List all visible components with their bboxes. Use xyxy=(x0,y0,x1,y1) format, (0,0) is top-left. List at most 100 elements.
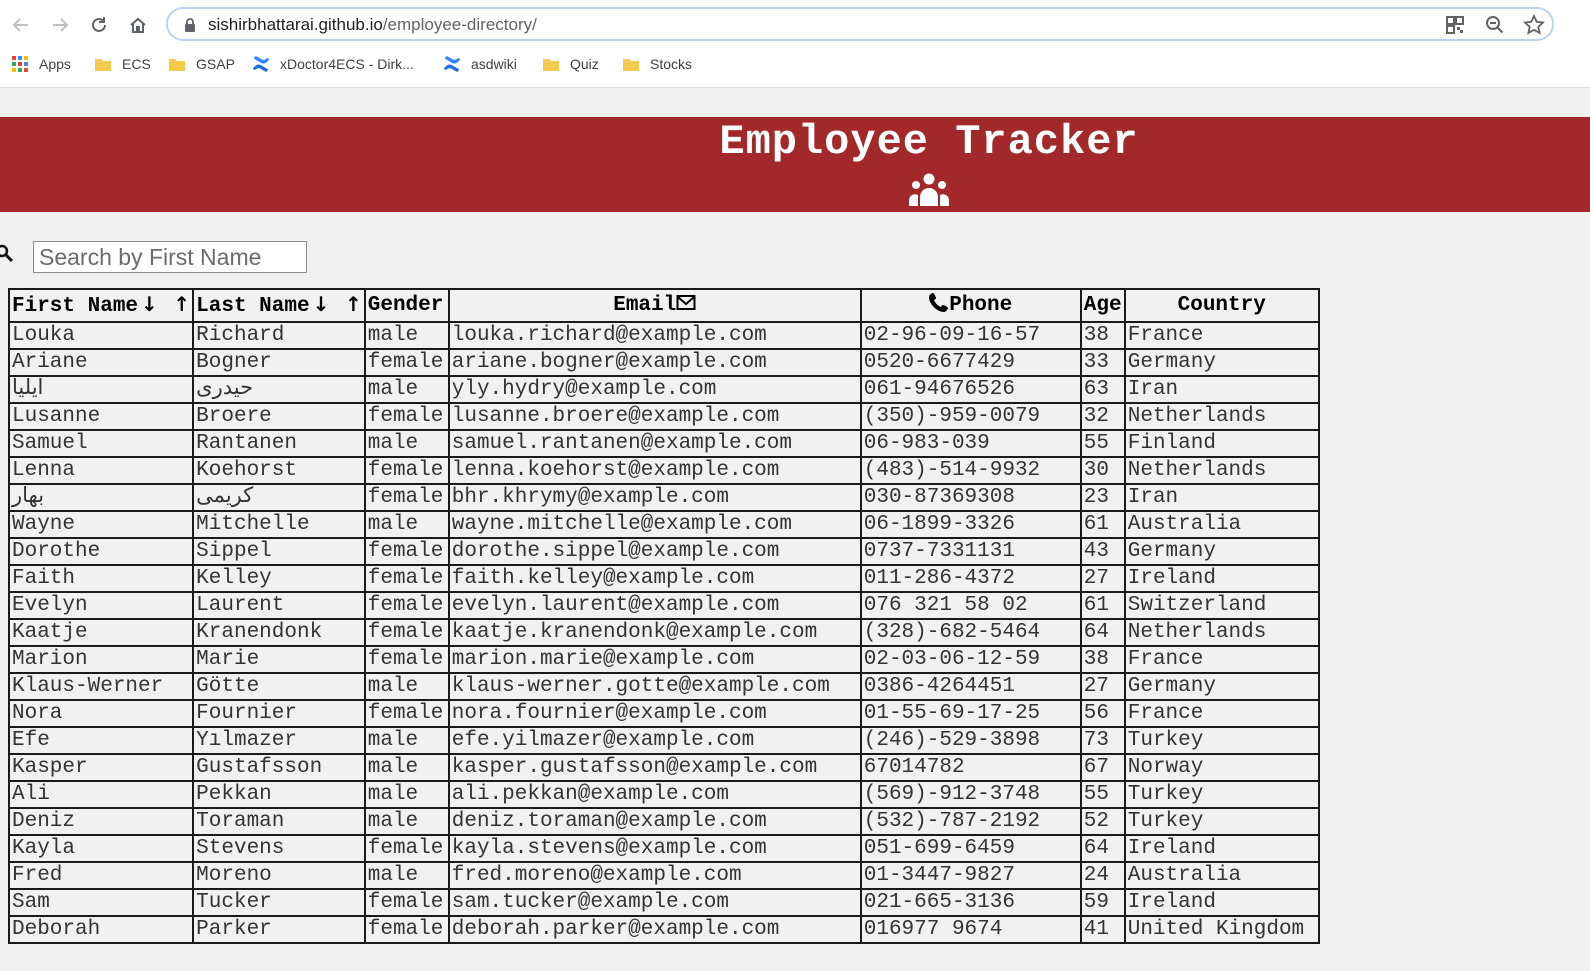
email-cell: kasper.gustafsson@example.com xyxy=(447,753,862,782)
age-cell: 38 xyxy=(1079,321,1126,350)
column-gender: Gender xyxy=(363,288,450,323)
country-cell: Iran xyxy=(1123,483,1320,512)
first-name-cell: Lenna xyxy=(7,456,195,485)
last-name-cell: Moreno xyxy=(192,861,366,890)
bookmark-stocks[interactable]: Stocks xyxy=(622,53,692,75)
phone-cell: 67014782 xyxy=(859,753,1082,782)
bookmark-label: xDoctor4ECS - Dirk... xyxy=(280,56,414,72)
first-name-cell: Efe xyxy=(7,726,195,755)
age-cell: 38 xyxy=(1079,645,1126,674)
bookmark-quiz[interactable]: Quiz xyxy=(542,53,599,75)
email-cell: lenna.koehorst@example.com xyxy=(447,456,862,485)
age-cell: 61 xyxy=(1079,510,1126,539)
bookmark-star-icon[interactable] xyxy=(1523,14,1545,36)
country-cell: Ireland xyxy=(1123,564,1320,593)
folder-icon xyxy=(543,59,559,71)
qr-code-icon[interactable] xyxy=(1444,14,1466,36)
country-cell: France xyxy=(1123,321,1320,350)
first-name-cell: Samuel xyxy=(7,429,195,458)
forward-button[interactable] xyxy=(45,10,75,40)
gender-cell: male xyxy=(363,429,450,458)
age-header-label: Age xyxy=(1083,293,1122,317)
age-cell: 43 xyxy=(1079,537,1126,566)
last-name-header-label: Last Name xyxy=(196,295,310,318)
country-cell: Netherlands xyxy=(1123,618,1320,647)
gender-cell: female xyxy=(363,537,450,566)
first-name-cell: Dorothe xyxy=(7,537,195,566)
table-row: Lenna Koehorst female lenna.koehorst@exampl… xyxy=(7,456,1320,485)
last-name-cell: Sippel xyxy=(192,537,366,566)
back-button[interactable] xyxy=(6,10,36,40)
first-name-cell: Evelyn xyxy=(7,591,195,620)
column-country: Country xyxy=(1123,288,1320,323)
bookmark-apps[interactable]: Apps xyxy=(11,53,71,75)
gender-cell: female xyxy=(363,834,450,863)
sort-last-name-desc-icon[interactable]: ↓ xyxy=(313,292,330,316)
last-name-cell: Gustafsson xyxy=(192,753,366,782)
first-name-cell: Kayla xyxy=(7,834,195,863)
table-row: Ali Pekkan male ali.pekkan@example.com (569)… xyxy=(7,780,1320,809)
age-cell: 61 xyxy=(1079,591,1126,620)
phone-cell: (569)-912-3748 xyxy=(859,780,1082,809)
first-name-cell: بهار xyxy=(7,483,195,512)
email-cell: ali.pekkan@example.com xyxy=(447,780,862,809)
age-cell: 55 xyxy=(1079,429,1126,458)
email-cell: sam.tucker@example.com xyxy=(447,888,862,917)
first-name-cell: Fred xyxy=(7,861,195,890)
home-button[interactable] xyxy=(123,10,153,40)
email-cell: deniz.toraman@example.com xyxy=(447,807,862,836)
gender-cell: female xyxy=(363,915,450,944)
last-name-cell: Pekkan xyxy=(192,780,366,809)
phone-cell: (328)-682-5464 xyxy=(859,618,1082,647)
email-cell: louka.richard@example.com xyxy=(447,321,862,350)
sort-first-name-asc-icon[interactable]: ↑ xyxy=(173,292,190,316)
phone-cell: (246)-529-3898 xyxy=(859,726,1082,755)
gender-header-label: Gender xyxy=(367,293,444,317)
phone-cell: 0737-7331131 xyxy=(859,537,1082,566)
table-row: Evelyn Laurent female evelyn.laurent@exampl… xyxy=(7,591,1320,620)
sort-last-name-asc-icon[interactable]: ↑ xyxy=(345,292,362,316)
bookmark-asdwiki[interactable]: asdwiki xyxy=(443,53,517,75)
age-cell: 27 xyxy=(1079,564,1126,593)
country-cell: Switzerland xyxy=(1123,591,1320,620)
age-cell: 55 xyxy=(1079,780,1126,809)
first-name-header-label: First Name xyxy=(12,295,139,318)
phone-cell: (350)-959-0079 xyxy=(859,402,1082,431)
email-cell: klaus-werner.gotte@example.com xyxy=(447,672,862,701)
phone-cell: 06-1899-3326 xyxy=(859,510,1082,539)
gender-cell: female xyxy=(363,456,450,485)
age-cell: 52 xyxy=(1079,807,1126,836)
phone-cell: (483)-514-9932 xyxy=(859,456,1082,485)
age-cell: 41 xyxy=(1079,915,1126,944)
folder-icon xyxy=(95,59,111,71)
sort-first-name-desc-icon[interactable]: ↓ xyxy=(141,292,158,316)
age-cell: 64 xyxy=(1079,618,1126,647)
zoom-icon[interactable] xyxy=(1484,14,1506,36)
last-name-cell: Laurent xyxy=(192,591,366,620)
bookmark-gsap[interactable]: GSAP xyxy=(168,53,235,75)
bookmark-xdoctor4ecs[interactable]: xDoctor4ECS - Dirk... xyxy=(252,53,414,75)
first-name-cell: Sam xyxy=(7,888,195,917)
search-icon xyxy=(0,244,14,263)
email-cell: wayne.mitchelle@example.com xyxy=(447,510,862,539)
address-bar[interactable]: sishirbhattarai.github.io/employee-direc… xyxy=(166,7,1554,41)
search-input[interactable] xyxy=(33,241,307,273)
employee-table: First Name ↓ ↑ Last Name ↓ ↑ Gender Email … xyxy=(7,288,1320,944)
gender-cell: female xyxy=(363,483,450,512)
bookmark-label: Stocks xyxy=(650,56,693,72)
confluence-icon xyxy=(443,55,461,73)
age-cell: 23 xyxy=(1079,483,1126,512)
last-name-cell: Toraman xyxy=(192,807,366,836)
last-name-cell: Richard xyxy=(192,321,366,350)
gender-cell: male xyxy=(363,510,450,539)
reload-button[interactable] xyxy=(84,10,114,40)
bookmark-ecs[interactable]: ECS xyxy=(94,53,151,75)
phone-cell: 021-665-3136 xyxy=(859,888,1082,917)
last-name-cell: Parker xyxy=(192,915,366,944)
first-name-cell: Lusanne xyxy=(7,402,195,431)
phone-cell: 01-55-69-17-25 xyxy=(859,699,1082,728)
email-cell: kaatje.kranendonk@example.com xyxy=(447,618,862,647)
age-cell: 56 xyxy=(1079,699,1126,728)
browser-chrome: sishirbhattarai.github.io/employee-direc… xyxy=(0,0,1590,88)
table-body: Louka Richard male louka.richard@example.co… xyxy=(7,321,1320,944)
